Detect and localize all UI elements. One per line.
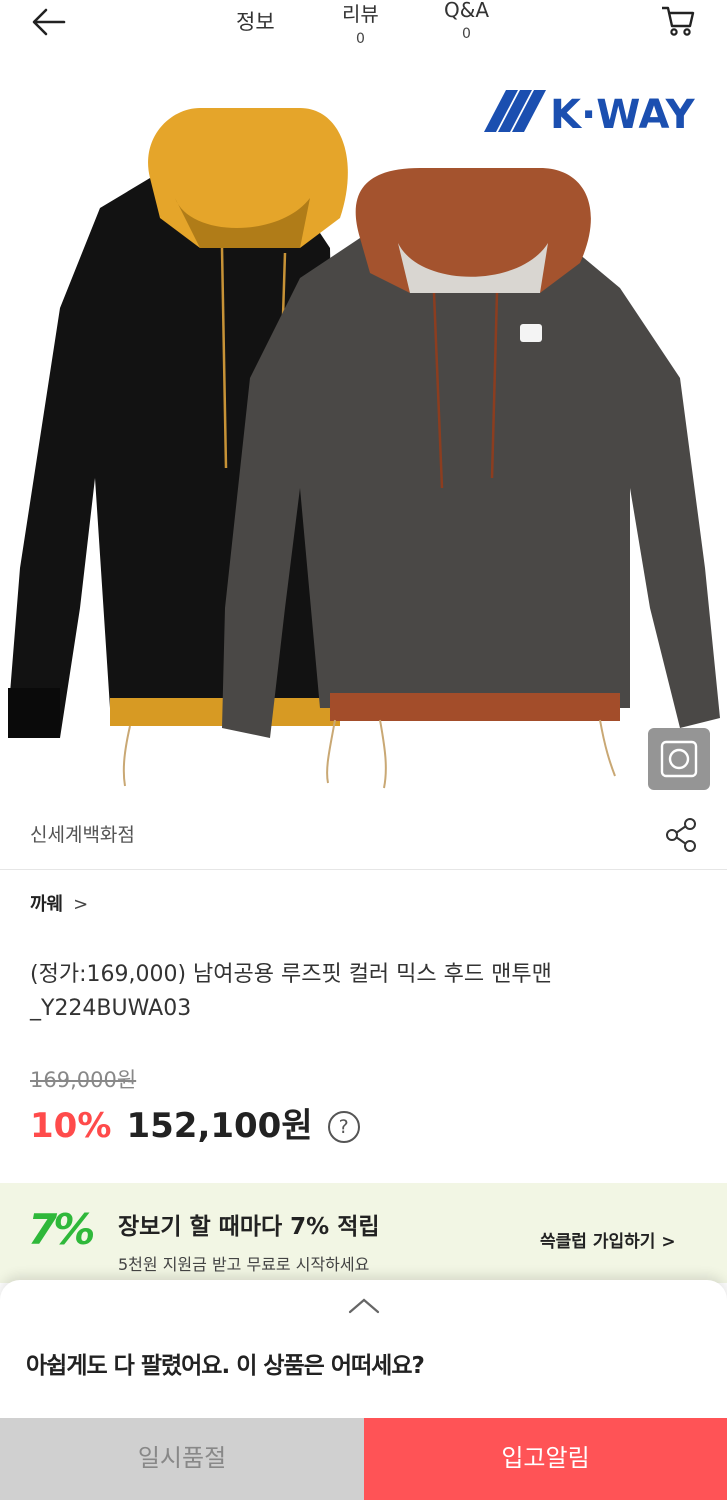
store-row: 신세계백화점 — [0, 800, 727, 870]
ssg-club-banner[interactable]: 7% 장보기 할 때마다 7% 적립 5천원 지원금 받고 무료로 시작하세요 … — [0, 1183, 727, 1283]
qna-count: 0 — [462, 26, 471, 42]
store-name[interactable]: 신세계백화점 — [30, 820, 135, 847]
price-help-icon[interactable]: ? — [327, 1111, 360, 1143]
review-count: 0 — [355, 31, 365, 47]
cart-icon[interactable] — [658, 2, 698, 38]
restock-notify-button[interactable]: 입고알림 — [364, 1418, 727, 1500]
kway-logo: K·WAY — [484, 90, 696, 134]
sale-price: 152,100원 — [126, 1106, 313, 1146]
camera-lens-icon — [660, 740, 698, 778]
original-price: 169,000원 — [30, 1068, 137, 1092]
chevron-up-icon[interactable] — [346, 1294, 382, 1318]
seven-percent-badge-icon: 7% — [28, 1205, 95, 1254]
soldout-sheet: 아쉽게도 다 팔렸어요. 이 상품은 어떠세요? — [0, 1280, 727, 1420]
brand-link[interactable]: 까웨 > — [30, 890, 88, 916]
share-icon[interactable] — [664, 816, 700, 854]
product-image[interactable]: K·WAY — [0, 48, 727, 800]
hoodies-illustration — [8, 108, 720, 789]
top-bar: 정보 리뷰 0 Q&A 0 — [0, 0, 727, 48]
tab-review[interactable]: 리뷰 0 — [342, 0, 379, 47]
price-row: 10% 152,100원 ? — [30, 1098, 360, 1146]
image-search-button[interactable] — [648, 728, 710, 790]
product-title: (정가:169,000) 남여공용 루즈핏 컬러 믹스 후드 맨투맨_Y224B… — [30, 962, 552, 1021]
tab-info[interactable]: 정보 — [236, 6, 275, 36]
brand-name: 까웨 — [30, 894, 64, 915]
chevron-right-icon: > — [73, 894, 89, 915]
soldout-button[interactable]: 일시품절 — [0, 1418, 364, 1500]
promo-subtitle: 5천원 지원금 받고 무료로 시작하세요 — [118, 1255, 370, 1274]
back-arrow-icon[interactable] — [28, 4, 72, 40]
join-club-link[interactable]: 쓱클럽 가입하기 > — [540, 1227, 676, 1252]
promo-title: 장보기 할 때마다 7% 적립 — [118, 1214, 380, 1240]
discount-rate: 10% — [30, 1106, 112, 1146]
tab-qna[interactable]: Q&A 0 — [444, 0, 489, 42]
svg-text:K·WAY: K·WAY — [550, 92, 696, 134]
soldout-message: 아쉽게도 다 팔렸어요. 이 상품은 어떠세요? — [26, 1353, 425, 1379]
